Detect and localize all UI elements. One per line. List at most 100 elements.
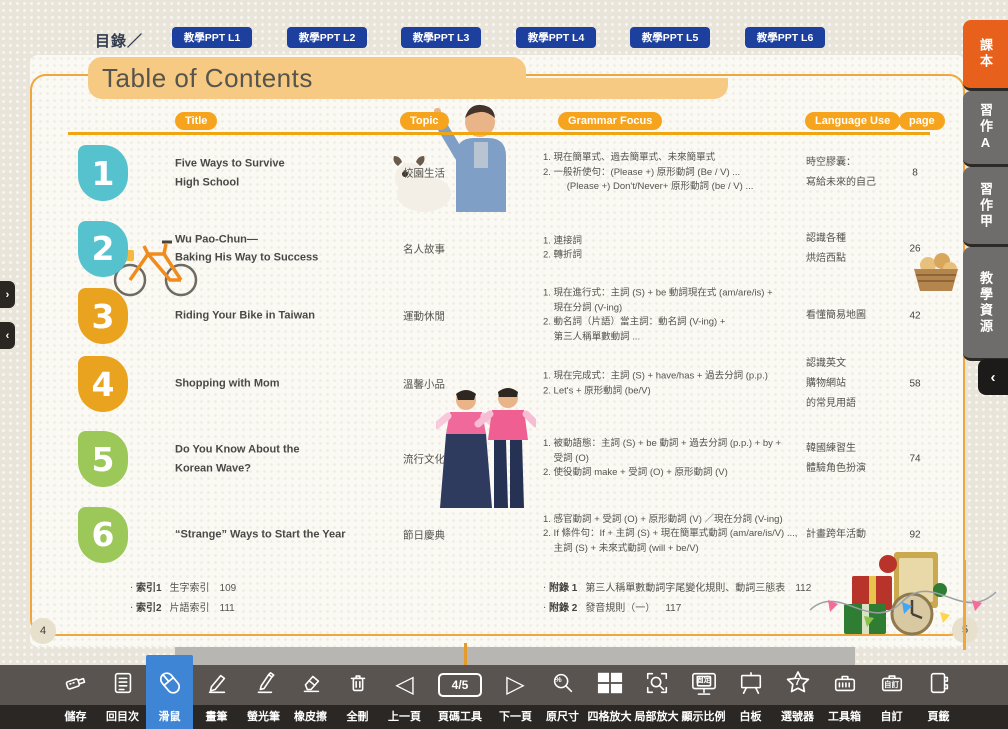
lesson-title: Wu Pao-Chun— Baking His Way to Success <box>175 230 390 267</box>
ppt-l4-button[interactable]: 教學PPT L4 <box>516 27 596 48</box>
lesson-page-number: 26 <box>895 243 935 254</box>
index-entry-1: ‧ 索引1生字索引109 <box>130 579 236 594</box>
lesson-topic: 運動休閒 <box>403 309 498 324</box>
list-icon <box>110 670 136 701</box>
column-header-title: Title <box>175 112 217 130</box>
appendix-entry-2: ‧ 附錄 2發音規則（一）117 <box>543 599 681 614</box>
magnifier-percent-icon <box>550 670 576 701</box>
lesson-page-number: 74 <box>895 454 935 465</box>
lesson-page-number: 92 <box>895 529 935 540</box>
lesson-topic: 溫馨小品 <box>403 377 498 392</box>
lesson-language-use: 計畫跨年活動 <box>806 525 894 545</box>
lesson-title: Shopping with Mom <box>175 375 390 394</box>
tab-teaching-resources[interactable]: 教學資源 <box>963 247 1008 361</box>
whiteboard-button[interactable]: 白板 <box>727 665 774 729</box>
quad-zoom-button[interactable]: 四格放大 <box>586 665 633 729</box>
lesson-title: Riding Your Bike in Taiwan <box>175 307 390 326</box>
back-to-toc-button[interactable]: 回目次 <box>99 665 146 729</box>
page-title: Table of Contents <box>88 57 526 99</box>
photo-hanbok-couple <box>436 386 536 514</box>
column-header-language-use: Language Use <box>805 112 900 130</box>
sidebar-collapse-button[interactable]: ‹ <box>978 359 1008 395</box>
magnifier-brackets-icon <box>644 670 670 701</box>
lesson-page-number: 58 <box>895 379 935 390</box>
left-page-number: 4 <box>30 618 56 644</box>
page-indicator[interactable]: 4/5 <box>438 673 483 697</box>
monitor-icon <box>690 670 718 701</box>
highlighter-tool-button[interactable]: 螢光筆 <box>240 665 287 729</box>
display-ratio-button[interactable]: 固定 顯示比例 <box>680 665 727 729</box>
highlighter-icon <box>251 670 277 701</box>
usb-save-icon <box>63 670 89 701</box>
header-underline <box>68 132 930 135</box>
ppt-l1-button[interactable]: 教學PPT L1 <box>172 27 252 48</box>
left-panel-expand-button[interactable]: › <box>0 281 15 308</box>
lesson-number: 3 <box>78 288 128 344</box>
column-header-topic: Topic <box>400 112 449 130</box>
custom-button[interactable]: 自訂 自訂 <box>868 665 915 729</box>
lesson-number: 2 <box>78 221 128 277</box>
lesson-title: “Strange” Ways to Start the Year <box>175 525 390 544</box>
lesson-number: 5 <box>78 431 128 487</box>
number-picker-button[interactable]: 7 選號器 <box>774 665 821 729</box>
star-icon <box>784 669 812 702</box>
page-tabs-button[interactable]: 頁籤 <box>915 665 962 729</box>
four-pane-grid-icon <box>596 670 624 701</box>
original-size-button[interactable]: % 原尺寸 <box>539 665 586 729</box>
ppt-button-row: 教學PPT L1 教學PPT L2 教學PPT L3 教學PPT L4 教學PP… <box>0 27 1008 49</box>
lesson-page-number: 8 <box>895 168 935 179</box>
lesson-title: Do You Know About the Korean Wave? <box>175 440 390 477</box>
lesson-language-use: 時空膠囊：寫給未來的自己 <box>806 153 894 193</box>
triangle-left-icon: ◁ <box>395 673 413 697</box>
custom-case-icon <box>879 670 905 701</box>
photo-bread-basket <box>908 247 964 295</box>
lesson-language-use: 韓國練習生體驗角色扮演 <box>806 439 894 479</box>
triangle-right-icon: ▷ <box>506 673 524 697</box>
lesson-number: 1 <box>78 145 128 201</box>
tab-workbook-jia[interactable]: 習作甲 <box>963 167 1008 247</box>
tabbed-book-icon <box>926 670 952 701</box>
lesson-title: Five Ways to Survive High School <box>175 154 390 191</box>
eraser-icon <box>298 670 324 701</box>
book-page-spread: Table of Contents Title Topic Grammar Fo… <box>30 55 965 647</box>
photo-student-and-dog <box>368 100 548 212</box>
save-button[interactable]: 儲存 <box>52 665 99 729</box>
lesson-topic: 校園生活 <box>403 166 498 181</box>
trash-icon <box>345 670 371 701</box>
lesson-topic: 名人故事 <box>403 241 498 256</box>
lesson-grammar-focus: 1. 現在完成式：主詞 (S) + have/has + 過去分詞 (p.p.)… <box>543 369 811 398</box>
lesson-grammar-focus: 1. 連接詞2. 轉折詞 <box>543 234 811 263</box>
eraser-tool-button[interactable]: 橡皮擦 <box>287 665 334 729</box>
appendix-entry-1: ‧ 附錄 1第三人稱單數動詞字尾變化規則、動詞三態表112 <box>543 579 811 594</box>
column-header-page: page <box>899 112 945 130</box>
ppt-l2-button[interactable]: 教學PPT L2 <box>287 27 367 48</box>
lesson-grammar-focus: 1. 現在簡單式、過去簡單式、未來簡單式2. 一般祈使句：(Please +) … <box>543 151 811 195</box>
chevron-left-icon: ‹ <box>6 330 10 342</box>
page-number-tool[interactable]: 4/5 頁碼工具 <box>428 665 492 729</box>
pencil-icon <box>204 670 230 701</box>
whiteboard-icon <box>738 670 764 701</box>
ppt-l5-button[interactable]: 教學PPT L5 <box>630 27 710 48</box>
tab-workbook-a[interactable]: 習作A <box>963 91 1008 167</box>
chevron-right-icon: › <box>6 289 10 301</box>
pen-tool-button[interactable]: 畫筆 <box>193 665 240 729</box>
chevron-left-icon: ‹ <box>991 369 996 386</box>
delete-all-button[interactable]: 全刪 <box>334 665 381 729</box>
page-right-edge <box>963 560 966 650</box>
horizontal-scrollbar[interactable] <box>175 647 855 665</box>
lesson-grammar-focus: 1. 現在進行式：主詞 (S) + be 動詞現在式 (am/are/is) +… <box>543 287 811 346</box>
lesson-grammar-focus: 1. 感官動詞 + 受詞 (O) + 原形動詞 (V) ／現在分詞 (V-ing… <box>543 512 811 556</box>
left-panel-collapse-button[interactable]: ‹ <box>0 322 15 349</box>
lesson-topic: 流行文化 <box>403 452 498 467</box>
previous-page-button[interactable]: ◁ 上一頁 <box>381 665 428 729</box>
toolbox-button[interactable]: 工具箱 <box>821 665 868 729</box>
ppt-l3-button[interactable]: 教學PPT L3 <box>401 27 481 48</box>
tab-textbook[interactable]: 課本 <box>963 20 1008 91</box>
ebook-reader-window: 目錄／ 教學PPT L1 教學PPT L2 教學PPT L3 教學PPT L4 … <box>0 0 1008 729</box>
next-page-button[interactable]: ▷ 下一頁 <box>492 665 539 729</box>
mouse-tool-button[interactable]: 滑鼠 <box>146 655 193 729</box>
index-entry-2: ‧ 索引2片語索引111 <box>130 599 235 614</box>
ppt-l6-button[interactable]: 教學PPT L6 <box>745 27 825 48</box>
partial-zoom-button[interactable]: 局部放大 <box>633 665 680 729</box>
lesson-language-use: 認識各種烘焙西點 <box>806 229 894 269</box>
